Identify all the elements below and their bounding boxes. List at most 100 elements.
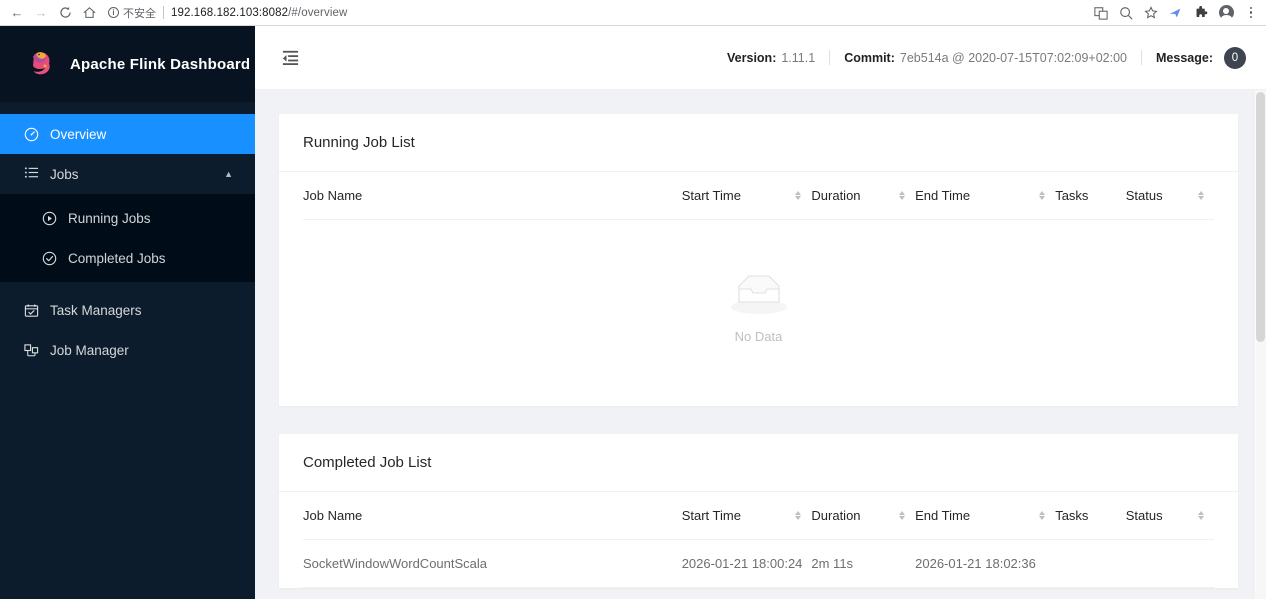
cell-duration: 2m 11s — [811, 539, 916, 588]
sidebar-group-jobs: Jobs ▲ Running Jobs Completed Jobs — [0, 154, 255, 282]
sidebar-item-overview[interactable]: Overview — [0, 114, 255, 154]
empty-state: No Data — [303, 220, 1214, 406]
calendar-check-icon — [24, 303, 39, 318]
empty-text: No Data — [734, 329, 783, 344]
sidebar-menu: Overview Jobs ▲ Running Jobs Completed J… — [0, 102, 255, 370]
sidebar-item-label: Jobs — [50, 166, 79, 182]
sidebar-item-label: Completed Jobs — [68, 250, 166, 266]
home-icon[interactable] — [78, 2, 100, 24]
cell-end-time: 2026-01-21 18:02:36 — [915, 539, 1056, 588]
sort-toggle-end-time[interactable] — [1039, 510, 1046, 521]
completed-job-list-body: Job Name Start Time Duration End Time Ta… — [279, 492, 1238, 588]
brand-header[interactable]: Apache Flink Dashboard — [0, 26, 255, 102]
translate-icon[interactable] — [1093, 5, 1109, 21]
column-header-end-time[interactable]: End Time — [915, 492, 1056, 540]
app-root: Apache Flink Dashboard Overview Jobs ▲ R… — [0, 26, 1266, 599]
flink-squirrel-logo — [24, 48, 56, 80]
message-count-badge[interactable]: 0 — [1224, 46, 1246, 69]
column-header-job-name: Job Name — [303, 492, 682, 540]
column-label: End Time — [915, 508, 971, 523]
column-label: Tasks — [1055, 188, 1089, 203]
column-label: Status — [1125, 508, 1163, 523]
column-label: End Time — [915, 188, 971, 203]
sort-toggle-status[interactable] — [1198, 190, 1204, 201]
column-label: Tasks — [1055, 508, 1089, 523]
running-job-list-body: Job Name Start Time Duration End Time Ta… — [279, 172, 1238, 406]
completed-job-table-head: Job Name Start Time Duration End Time Ta… — [303, 492, 1214, 540]
cell-status — [1125, 539, 1214, 588]
header-divider — [1141, 50, 1143, 65]
back-icon[interactable]: ← — [6, 2, 28, 24]
browser-nav-buttons: ← → — [0, 2, 100, 24]
sidebar-item-running-jobs[interactable]: Running Jobs — [0, 198, 255, 238]
sidebar-item-task-managers[interactable]: Task Managers — [0, 290, 255, 330]
sort-toggle-duration[interactable] — [899, 510, 906, 521]
sidebar: Apache Flink Dashboard Overview Jobs ▲ R… — [0, 26, 255, 599]
cluster-icon — [24, 343, 39, 358]
column-header-start-time[interactable]: Start Time — [681, 492, 812, 540]
play-circle-icon — [42, 211, 57, 226]
table-row[interactable]: SocketWindowWordCountScala 2026-01-21 18… — [303, 539, 1214, 588]
column-header-tasks: Tasks — [1055, 172, 1126, 220]
url-text: 192.168.182.103:8082/#/overview — [171, 7, 347, 19]
running-job-list-card: Running Job List Job Name Start Time Dur… — [279, 114, 1238, 406]
url-path: /#/overview — [288, 6, 348, 19]
column-header-end-time[interactable]: End Time — [915, 172, 1056, 220]
cell-job-name[interactable]: SocketWindowWordCountScala — [303, 539, 682, 588]
sort-toggle-duration[interactable] — [899, 190, 906, 201]
sidebar-item-label: Running Jobs — [68, 210, 151, 226]
message-label: Message: — [1156, 50, 1213, 65]
puzzle-extension-icon[interactable] — [1193, 5, 1209, 21]
sort-toggle-start-time[interactable] — [795, 510, 802, 521]
column-label: Duration — [811, 188, 861, 203]
sidebar-item-completed-jobs[interactable]: Completed Jobs — [0, 238, 255, 278]
column-header-start-time[interactable]: Start Time — [681, 172, 812, 220]
extension-blue-icon[interactable] — [1168, 5, 1184, 21]
forward-icon[interactable]: → — [30, 2, 52, 24]
column-label: Status — [1125, 188, 1163, 203]
table-header-row: Job Name Start Time Duration End Time Ta… — [303, 172, 1214, 220]
reload-icon[interactable] — [54, 2, 76, 24]
menu-spacer — [0, 282, 255, 290]
content-area: Version: 1.11.1 Commit: 7eb514a @ 2020-0… — [255, 26, 1266, 599]
column-header-status[interactable]: Status — [1125, 172, 1214, 220]
column-header-duration[interactable]: Duration — [811, 492, 916, 540]
zoom-icon[interactable] — [1118, 5, 1134, 21]
url-host: 192.168.182.103:8082 — [171, 6, 289, 19]
sidebar-item-jobs[interactable]: Jobs ▲ — [0, 154, 255, 194]
running-job-table-head: Job Name Start Time Duration End Time Ta… — [303, 172, 1214, 220]
vertical-scrollbar[interactable] — [1253, 90, 1266, 599]
header-info: Version: 1.11.1 Commit: 7eb514a @ 2020-0… — [727, 46, 1246, 69]
completed-job-table-body: SocketWindowWordCountScala 2026-01-21 18… — [303, 539, 1214, 588]
completed-job-list-card: Completed Job List Job Name Start Time D… — [279, 434, 1238, 588]
sidebar-item-job-manager[interactable]: Job Manager — [0, 330, 255, 370]
sort-toggle-start-time[interactable] — [795, 190, 802, 201]
bookmark-star-icon[interactable] — [1143, 5, 1159, 21]
sort-toggle-end-time[interactable] — [1039, 190, 1046, 201]
column-header-status[interactable]: Status — [1125, 492, 1214, 540]
security-indicator[interactable]: i 不安全 — [108, 5, 156, 21]
address-bar[interactable]: i 不安全 192.168.182.103:8082/#/overview — [108, 3, 1087, 23]
column-label: Job Name — [303, 188, 363, 203]
sidebar-item-label: Task Managers — [50, 302, 142, 318]
scrollbar-thumb[interactable] — [1256, 92, 1265, 342]
chevron-up-icon[interactable]: ▲ — [224, 169, 233, 179]
dashboard-icon — [24, 127, 39, 142]
sort-toggle-status[interactable] — [1198, 510, 1204, 521]
browser-toolbar: ← → i 不安全 192.168.182.103:8082/#/overvie… — [0, 0, 1266, 26]
column-header-duration[interactable]: Duration — [811, 172, 916, 220]
empty-box-icon — [727, 274, 791, 320]
overflow-menu-icon[interactable] — [1243, 5, 1259, 21]
column-label: Start Time — [681, 508, 741, 523]
header-divider — [829, 50, 831, 65]
menu-fold-icon[interactable] — [277, 45, 303, 71]
column-label: Job Name — [303, 508, 363, 523]
running-job-list-title: Running Job List — [279, 114, 1238, 172]
profile-avatar-icon[interactable] — [1218, 5, 1234, 22]
completed-job-table: Job Name Start Time Duration End Time Ta… — [303, 492, 1214, 588]
version-value: 1.11.1 — [781, 50, 816, 65]
running-job-table: Job Name Start Time Duration End Time Ta… — [303, 172, 1214, 220]
version-label: Version: — [727, 50, 777, 65]
security-label: 不安全 — [123, 7, 156, 20]
cell-tasks — [1055, 539, 1126, 588]
